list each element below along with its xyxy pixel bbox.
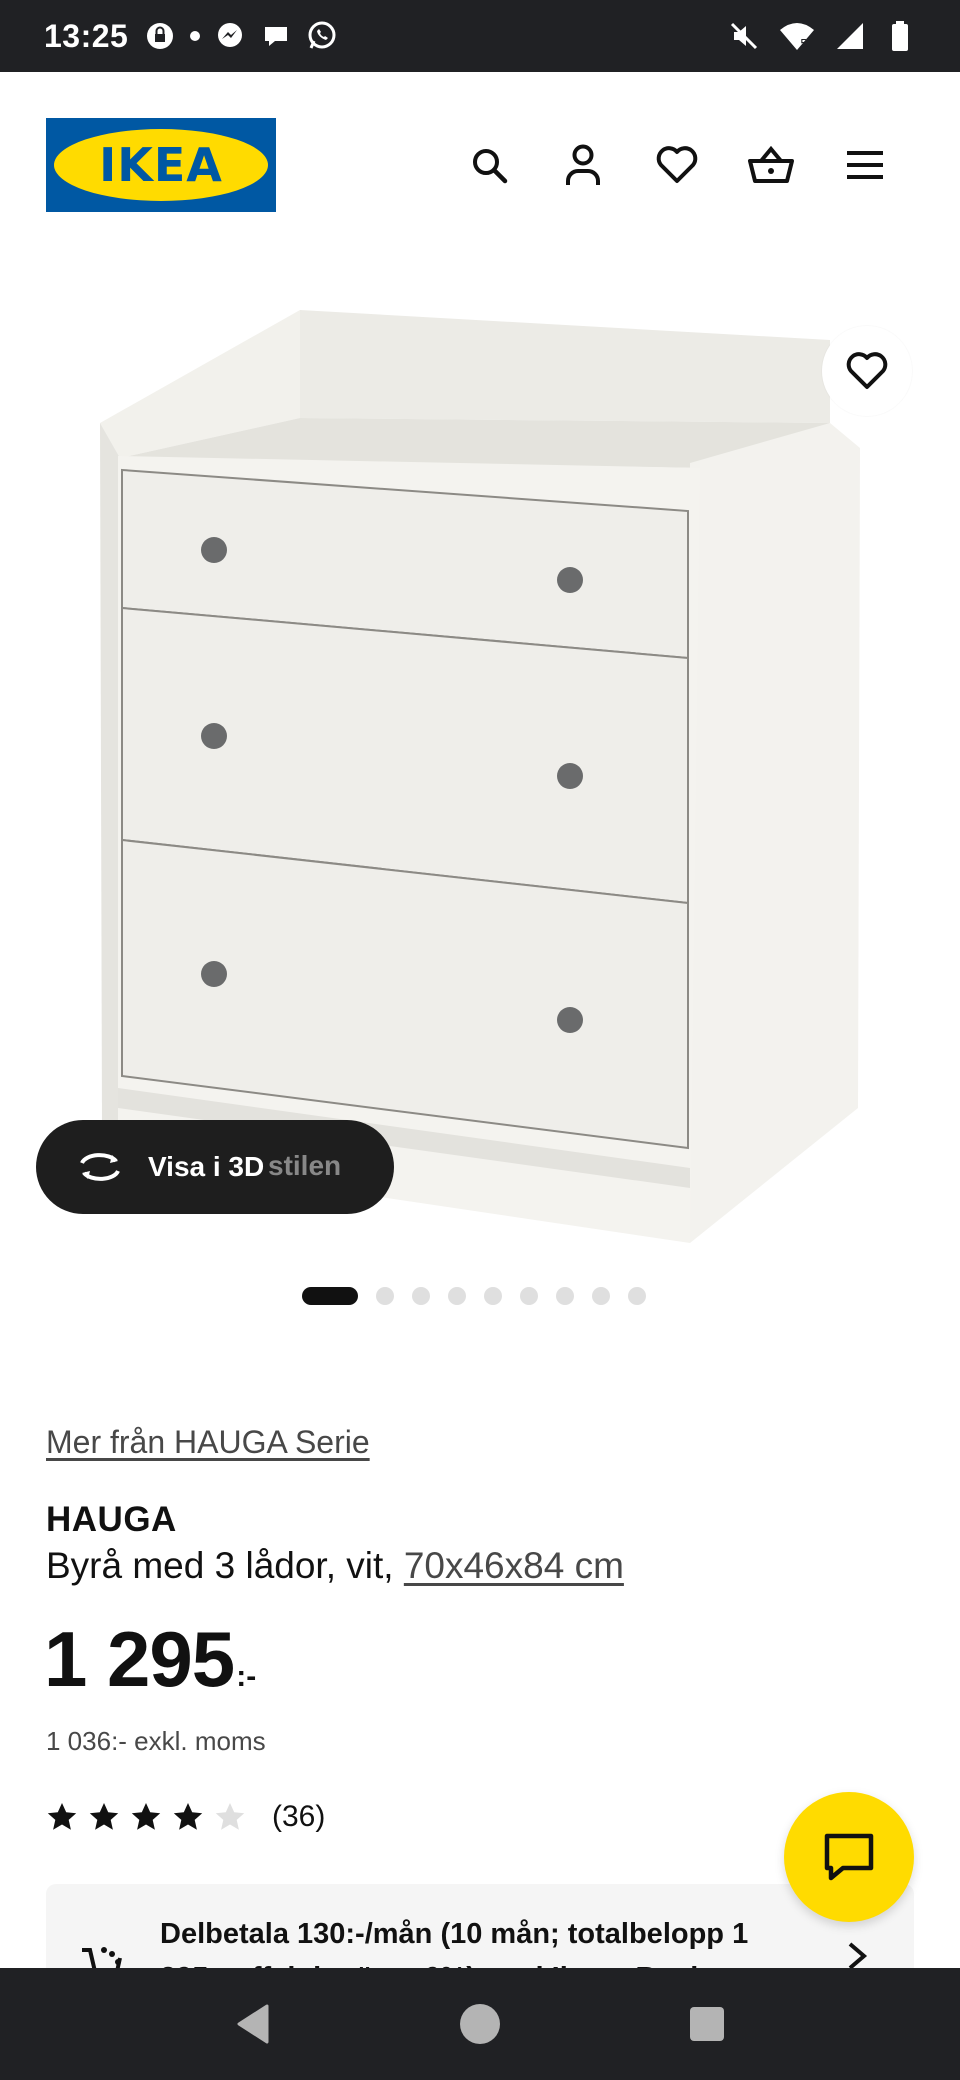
muted-icon bbox=[728, 20, 760, 52]
carousel-dot[interactable] bbox=[520, 1287, 538, 1305]
home-icon bbox=[459, 2004, 500, 2044]
status-icons-left bbox=[144, 20, 338, 52]
status-time: 13:25 bbox=[44, 17, 129, 54]
price-value: 1 295 bbox=[44, 1615, 235, 1703]
carousel-dot[interactable] bbox=[376, 1287, 394, 1305]
dot-icon bbox=[190, 31, 201, 41]
carousel-dot[interactable] bbox=[412, 1287, 430, 1305]
carousel-dot[interactable] bbox=[484, 1287, 502, 1305]
price-suffix: :- bbox=[236, 1660, 257, 1693]
header-actions bbox=[462, 138, 892, 192]
rotate-3d-icon bbox=[76, 1147, 124, 1187]
recents-icon bbox=[689, 2007, 724, 2041]
logo-text: IKEA bbox=[99, 138, 223, 192]
messenger-icon bbox=[214, 20, 246, 52]
carousel-dot[interactable] bbox=[628, 1287, 646, 1305]
status-bar: 13:25 5 bbox=[0, 0, 960, 72]
carousel-dot[interactable] bbox=[592, 1287, 610, 1305]
ikea-logo[interactable]: IKEA bbox=[46, 118, 276, 212]
favorite-product-button[interactable] bbox=[822, 326, 912, 416]
view-3d-label: Visa i 3D bbox=[148, 1151, 265, 1182]
search-icon[interactable] bbox=[462, 138, 516, 192]
product-rating[interactable]: (36) bbox=[46, 1800, 325, 1834]
recents-button[interactable] bbox=[675, 1992, 739, 2056]
battery-icon bbox=[884, 20, 916, 52]
wifi-icon: 5 bbox=[778, 20, 816, 52]
carousel-dot[interactable] bbox=[556, 1287, 574, 1305]
back-button[interactable] bbox=[221, 1992, 285, 2056]
view-3d-button[interactable]: stilen Visa i 3D bbox=[36, 1120, 394, 1214]
product-price: 1 295 :- bbox=[44, 1620, 256, 1698]
view-in-room-ghost-label: stilen bbox=[268, 1150, 342, 1181]
series-link[interactable]: Mer från HAUGA Serie bbox=[46, 1424, 370, 1461]
product-description: Byrå med 3 lådor, vit, 70x46x84 cm bbox=[46, 1545, 624, 1587]
chat-bubble-icon bbox=[260, 20, 292, 52]
favorites-icon[interactable] bbox=[650, 138, 704, 192]
product-name: HAUGA bbox=[46, 1500, 177, 1539]
star-filled-icon bbox=[89, 1803, 119, 1830]
whatsapp-icon bbox=[306, 20, 338, 52]
product-gallery[interactable]: stilen Visa i 3D bbox=[0, 258, 960, 1258]
product-dimensions-link[interactable]: 70x46x84 cm bbox=[404, 1545, 624, 1586]
price-ex-vat: 1 036:- exkl. moms bbox=[46, 1726, 266, 1756]
chat-icon bbox=[824, 1833, 874, 1881]
svg-text:5: 5 bbox=[800, 37, 808, 51]
carousel-dot[interactable] bbox=[302, 1287, 358, 1305]
star-empty-icon bbox=[215, 1803, 245, 1830]
review-count: (36) bbox=[272, 1800, 326, 1833]
cart-icon[interactable] bbox=[744, 138, 798, 192]
back-icon bbox=[237, 2004, 269, 2044]
menu-icon[interactable] bbox=[838, 138, 892, 192]
status-icons-right: 5 bbox=[728, 20, 916, 52]
star-filled-icon bbox=[47, 1803, 77, 1830]
product-description-text: Byrå med 3 lådor, vit, bbox=[46, 1545, 404, 1586]
account-icon[interactable] bbox=[556, 138, 610, 192]
signal-icon bbox=[834, 20, 866, 52]
logo-ellipse: IKEA bbox=[54, 129, 268, 201]
site-header: IKEA bbox=[0, 72, 960, 258]
carousel-indicator[interactable] bbox=[302, 1287, 646, 1305]
star-filled-icon bbox=[131, 1803, 161, 1830]
star-filled-icon bbox=[173, 1803, 203, 1830]
chat-button[interactable] bbox=[784, 1792, 914, 1922]
home-button[interactable] bbox=[448, 1992, 512, 2056]
system-nav-bar bbox=[0, 1968, 960, 2080]
vpn-lock-icon bbox=[144, 20, 176, 52]
carousel-dot[interactable] bbox=[448, 1287, 466, 1305]
product-image bbox=[100, 310, 860, 1243]
heart-icon bbox=[846, 352, 888, 389]
